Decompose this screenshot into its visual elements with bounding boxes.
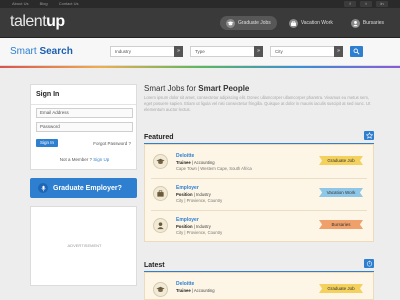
job-position-title: Position [176,224,193,229]
clock-icon[interactable] [364,259,374,268]
nav-vacation-work[interactable]: Vacation Work [283,16,339,30]
main-title-bold: Smart People [198,84,250,93]
latest-job-1[interactable]: Deloitte Trainee | Accounting Graduate J… [145,276,373,300]
graduate-employer-label: Graduate Employer? [53,184,122,192]
smart-search-title-bold: Search [39,46,73,57]
graduate-employer-button[interactable]: Graduate Employer? [30,178,137,198]
city-select[interactable]: City » [270,46,343,57]
job-position-title: Trainee [176,288,191,293]
site-header: talentup Graduate Jobs Vacation Work Bur… [0,8,400,38]
job-position: Position | Industry [176,224,211,229]
top-links: About Us Blog Contact Us [12,1,89,6]
email-field[interactable]: Email Address [36,108,133,118]
main-title-light: Smart Jobs for [144,84,199,93]
logo-text-bold: up [46,13,65,30]
nav-graduate-jobs-label: Graduate Jobs [238,20,271,26]
graduate-job-badge: Graduate Job [319,156,363,165]
nav-graduate-jobs[interactable]: Graduate Jobs [220,16,277,30]
vacation-work-badge: Vacation Work [319,188,363,197]
sign-in-button[interactable]: Sign In [36,139,58,147]
blog-link[interactable]: Blog [40,1,48,6]
sign-up-link[interactable]: Sign Up [93,157,109,162]
search-icon [353,48,360,55]
not-member-label: Not a Member ? [59,157,92,162]
nav-bursaries[interactable]: Bursaries [345,16,390,30]
job-divider [151,210,367,211]
graduation-cap-icon [226,18,235,28]
search-button[interactable] [350,46,363,57]
featured-job-1[interactable]: Deloitte Trainee | Accounting Cape Town … [145,148,373,178]
star-icon[interactable] [364,131,374,140]
job-industry: | Industry [192,224,211,229]
type-arrow-icon: » [254,46,263,57]
city-arrow-icon: » [334,46,343,57]
smart-search-bar: Smart Search Industry » Type » City » [0,38,400,66]
sign-in-title: Sign In [31,85,136,105]
about-us-link[interactable]: About Us [12,1,28,6]
latest-jobs-list: Deloitte Trainee | Accounting Graduate J… [144,272,374,300]
type-select[interactable]: Type » [190,46,263,57]
graduate-job-badge: Graduate Job [319,284,363,293]
industry-select-value: Industry [115,49,132,54]
password-field[interactable]: Password [36,122,133,132]
job-location: City | Provience, Country [176,198,223,203]
main-title: Smart Jobs for Smart People [144,84,249,93]
logo-text-light: talent [10,13,47,30]
industry-select[interactable]: Industry » [110,46,183,57]
job-position: Position | Industry [176,192,211,197]
twitter-icon[interactable]: t [360,1,372,7]
forgot-password-link[interactable]: Forgot Password ? [93,141,131,146]
job-industry: | Accounting [190,160,215,165]
featured-job-2[interactable]: Employer Position | Industry City | Prov… [145,180,373,210]
microphone-icon [38,183,48,193]
job-position-title: Trainee [176,160,191,165]
color-strip [0,66,400,68]
job-location: City | Provience, Country [176,230,223,235]
smart-search-title-light: Smart [10,46,40,57]
city-select-value: City [275,49,283,54]
job-divider [151,178,367,179]
job-industry: | Industry [192,192,211,197]
nav-bursaries-label: Bursaries [362,20,384,26]
job-position: Trainee | Accounting [176,288,215,293]
featured-jobs-list: Deloitte Trainee | Accounting Cape Town … [144,144,374,242]
facebook-icon[interactable]: f [344,1,356,7]
job-position: Trainee | Accounting [176,160,215,165]
featured-job-3[interactable]: Employer Position | Industry City | Prov… [145,212,373,242]
nav-vacation-work-label: Vacation Work [300,20,333,26]
advertisement-label: ADVERTISEMENT [67,243,102,248]
sign-in-panel: Sign In Email Address Password Sign In F… [30,84,137,170]
job-employer[interactable]: Employer [176,217,199,223]
bursaries-badge: Bursaries [319,220,363,229]
social-links: f t in [344,1,388,7]
featured-title: Featured [144,134,174,141]
main-nav: Graduate Jobs Vacation Work Bursaries [220,16,390,30]
job-employer[interactable]: Employer [176,185,199,191]
intro-text: Lorem ipsum dolor sit amet, consectetur … [144,95,371,112]
smart-search-title: Smart Search [10,46,73,57]
not-member-text: Not a Member ? Sign Up [31,157,138,162]
industry-arrow-icon: » [174,46,183,57]
briefcase-icon [153,186,168,201]
graduation-cap-icon [153,282,168,297]
graduation-cap-icon [153,154,168,169]
user-icon [153,218,168,233]
logo[interactable]: talentup [10,13,65,31]
user-icon [350,18,360,28]
type-select-value: Type [195,49,205,54]
job-employer[interactable]: Deloitte [176,281,194,287]
job-location: Cape Town | Western Cape, South Africa [176,166,252,171]
linkedin-icon[interactable]: in [376,1,388,7]
job-position-title: Position [176,192,193,197]
top-bar: About Us Blog Contact Us f t in [0,0,400,8]
job-industry: | Accounting [190,288,215,293]
job-employer[interactable]: Deloitte [176,153,194,159]
briefcase-icon [288,18,298,28]
latest-title: Latest [144,262,165,269]
advertisement-box[interactable]: ADVERTISEMENT [30,206,137,286]
contact-us-link[interactable]: Contact Us [59,1,79,6]
